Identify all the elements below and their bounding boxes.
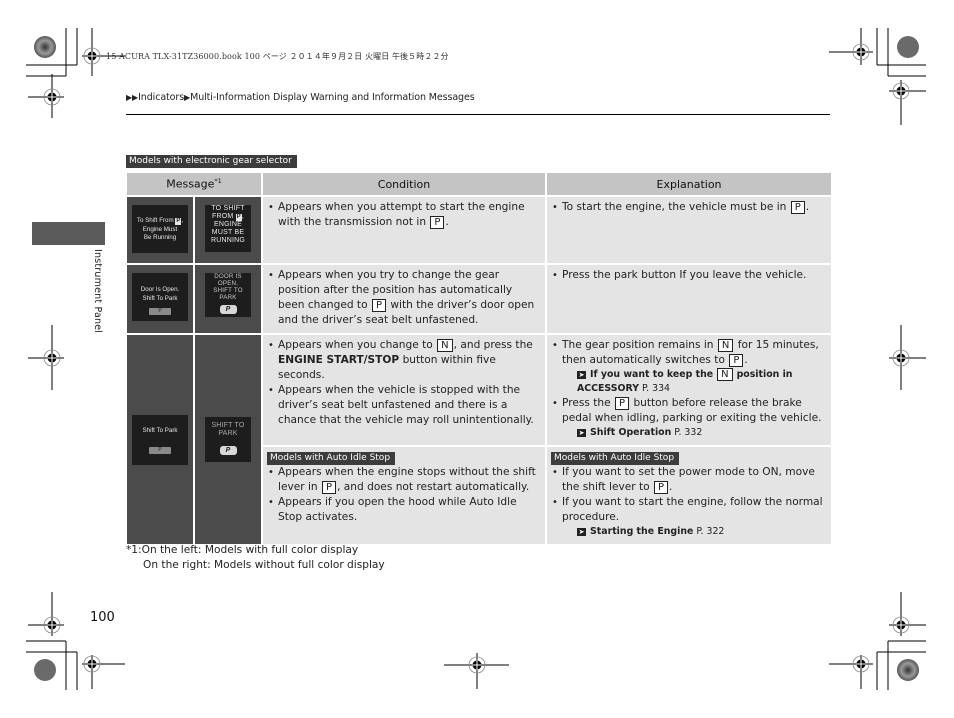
condition-cell: Appears when you try to change the gear … xyxy=(263,265,546,333)
breadcrumb-item-current: Multi-Information Display Warning and In… xyxy=(190,92,475,103)
p-key-icon: P xyxy=(615,397,630,410)
column-header-explanation: Explanation xyxy=(547,173,832,195)
condition-cell-auto-idle-stop: Models with Auto Idle Stop Appears when … xyxy=(263,447,546,544)
p-key-icon: P xyxy=(175,218,182,225)
condition-item: Appears when the engine stops without th… xyxy=(267,465,540,495)
p-key-icon: P xyxy=(235,214,242,221)
condition-item: Appears when you change to N, and press … xyxy=(267,338,540,383)
n-key-icon: N xyxy=(437,339,453,352)
footnote-line: On the right: Models without full color … xyxy=(143,559,385,571)
page-number: 100 xyxy=(90,610,115,625)
display-image-color: Shift To Park P xyxy=(132,414,188,465)
p-key-icon: P xyxy=(729,354,744,367)
explanation-item: The gear position remains in N for 15 mi… xyxy=(551,338,826,396)
display-image-color: Door Is Open. Shift To Park P xyxy=(132,273,188,321)
condition-item: Appears when the vehicle is stopped with… xyxy=(267,383,540,428)
model-badge-auto-idle-stop: Models with Auto Idle Stop xyxy=(551,452,680,465)
display-image-mono: DOOR IS OPEN. SHIFT TO PARK P xyxy=(205,273,251,317)
display-image-mono: TO SHIFT FROM P, ENGINE MUST BE RUNNING xyxy=(205,205,251,252)
warning-messages-table: Message*1 Condition Explanation To Shift… xyxy=(125,171,833,546)
column-header-message: Message*1 xyxy=(127,173,262,195)
print-job-header: 15 ACURA TLX-31TZ36000.book 100 ページ ２０１４… xyxy=(106,52,449,61)
explanation-item: To start the engine, the vehicle must be… xyxy=(551,200,826,215)
display-image-mono-cell: SHIFT TO PARK P xyxy=(195,335,262,544)
display-image-mono-cell: TO SHIFT FROM P, ENGINE MUST BE RUNNING xyxy=(195,197,262,263)
condition-item: Appears if you open the hood while Auto … xyxy=(267,495,540,525)
condition-item: Appears when you attempt to start the en… xyxy=(267,200,540,230)
park-button-icon: P xyxy=(219,305,237,314)
explanation-cell: To start the engine, the vehicle must be… xyxy=(547,197,832,263)
double-triangle-right-icon: ▶▶ xyxy=(126,93,139,102)
header-divider xyxy=(126,114,830,115)
condition-cell: Appears when you attempt to start the en… xyxy=(263,197,546,263)
p-key-icon: P xyxy=(654,481,669,494)
section-tab-marker xyxy=(32,222,105,245)
table-row: Shift To Park P SHIFT TO PARK P Appears … xyxy=(127,335,832,544)
display-image-color-cell: To Shift From P, Engine Must Be Running xyxy=(127,197,193,263)
section-side-label: Instrument Panel xyxy=(92,249,103,334)
reference-arrow-icon: ➤ xyxy=(577,528,587,536)
model-badge-auto-idle-stop: Models with Auto Idle Stop xyxy=(267,452,396,465)
condition-item: Appears when you try to change the gear … xyxy=(267,268,540,328)
cross-reference-link[interactable]: ➤ Starting the Engine P. 322 xyxy=(562,525,826,539)
breadcrumb-item-indicators[interactable]: Indicators xyxy=(138,92,184,103)
cross-reference-link[interactable]: ➤ Shift Operation P. 332 xyxy=(562,426,826,440)
p-key-icon: P xyxy=(790,201,805,214)
p-key-icon: P xyxy=(371,299,386,312)
table-header-row: Message*1 Condition Explanation xyxy=(127,173,832,195)
column-header-condition: Condition xyxy=(263,173,546,195)
display-image-mono-cell: DOOR IS OPEN. SHIFT TO PARK P xyxy=(195,265,262,333)
condition-cell: Appears when you change to N, and press … xyxy=(263,335,546,445)
explanation-item: Press the P button before release the br… xyxy=(551,396,826,440)
n-key-icon: N xyxy=(717,368,733,381)
park-button-icon: P xyxy=(149,447,171,454)
footnote: *1:On the left: Models with full color d… xyxy=(126,543,385,573)
explanation-item: If you want to set the power mode to ON,… xyxy=(551,465,826,495)
display-image-color: To Shift From P, Engine Must Be Running xyxy=(132,205,188,253)
p-key-icon: P xyxy=(322,481,337,494)
breadcrumb: ▶▶Indicators▶Multi-Information Display W… xyxy=(126,92,475,103)
park-button-icon: P xyxy=(149,308,171,315)
p-key-icon: P xyxy=(430,216,445,229)
footnote-ref: *1 xyxy=(214,177,222,186)
model-badge-electronic-gear-selector: Models with electronic gear selector xyxy=(126,155,297,168)
explanation-cell: Press the park button If you leave the v… xyxy=(547,265,832,333)
explanation-cell-auto-idle-stop: Models with Auto Idle Stop If you want t… xyxy=(547,447,832,544)
display-image-color-cell: Door Is Open. Shift To Park P xyxy=(127,265,193,333)
table-row: To Shift From P, Engine Must Be Running … xyxy=(127,197,832,263)
explanation-item: Press the park button If you leave the v… xyxy=(551,268,826,283)
reference-arrow-icon: ➤ xyxy=(577,371,587,379)
table-row: Door Is Open. Shift To Park P DOOR IS OP… xyxy=(127,265,832,333)
display-image-mono: SHIFT TO PARK P xyxy=(205,417,251,462)
explanation-item: If you want to start the engine, follow … xyxy=(551,495,826,539)
display-image-color-cell: Shift To Park P xyxy=(127,335,193,544)
reference-arrow-icon: ➤ xyxy=(577,429,587,437)
footnote-line: *1:On the left: Models with full color d… xyxy=(126,544,359,556)
park-button-icon: P xyxy=(219,446,237,455)
n-key-icon: N xyxy=(717,339,734,352)
explanation-cell: The gear position remains in N for 15 mi… xyxy=(547,335,832,445)
cross-reference-link[interactable]: ➤ If you want to keep the N position in A… xyxy=(562,368,826,396)
